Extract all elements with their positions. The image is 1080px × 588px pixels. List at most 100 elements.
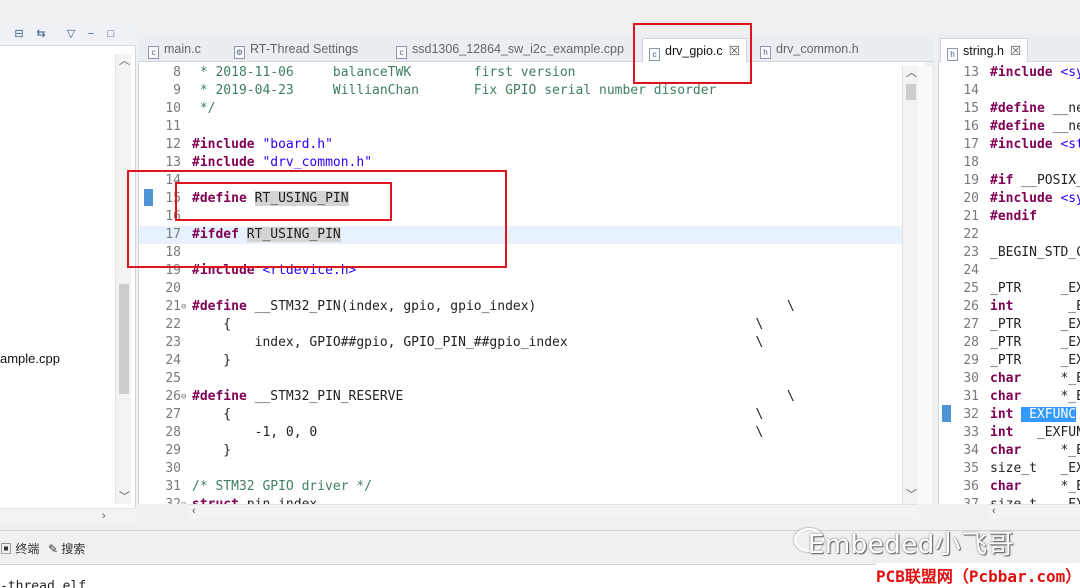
scrollbar-thumb[interactable] [906, 84, 916, 100]
link-with-editor-icon[interactable]: ⇆ [34, 27, 48, 41]
site-watermark: PCB联盟网（Pcbbar.com） [876, 563, 1080, 587]
code-line: 9 * 2019-04-23 WillianChan Fix GPIO seri… [139, 82, 924, 100]
scroll-left-icon[interactable]: ‹ [992, 505, 996, 517]
code-line: 31 char *_EX [939, 388, 1080, 406]
line-number: 26 [963, 299, 979, 314]
code-text: /* STM32 GPIO driver */ [192, 478, 372, 496]
keyword: #include [192, 137, 255, 152]
keyword: int [990, 299, 1014, 314]
scroll-up-icon[interactable]: ︿ [906, 64, 917, 80]
code-line: 25 [139, 370, 924, 388]
explorer-file-item[interactable]: ample.cpp [0, 351, 60, 366]
code-text: index, GPIO##gpio, GPIO_PIN_##gpio_index… [192, 335, 764, 350]
code-text: struct pin_index [192, 496, 317, 504]
line-number: 26 [165, 389, 181, 404]
tab-main-c[interactable]: c main.c [142, 38, 207, 62]
terminal-icon: ▣ [0, 542, 13, 556]
line-number: 32 [139, 496, 181, 504]
scroll-right-icon[interactable]: › [102, 510, 106, 522]
code-text: char *_EX [990, 389, 1080, 404]
code-text: } [192, 353, 232, 368]
collapse-all-icon[interactable]: ⊟ [12, 27, 26, 41]
line-number: 27 [963, 317, 979, 332]
h-file-icon: h [760, 46, 771, 59]
scroll-down-icon[interactable]: ﹀ [119, 488, 130, 504]
line-number: 20 [963, 191, 979, 206]
code-text: int _EXFUNC [990, 425, 1080, 440]
tab-drv-common-h[interactable]: h drv_common.h [754, 38, 865, 62]
code-line: 10 */ [139, 100, 924, 118]
h-file-icon: h [947, 48, 958, 61]
line-number: 16 [963, 119, 979, 134]
fold-icon: ⊖ [181, 392, 187, 402]
tab-string-h[interactable]: h string.h ☒ [940, 38, 1029, 62]
code-text: _PTR _EX [990, 317, 1080, 332]
terminal-tab[interactable]: ▣ 终端 [0, 540, 39, 557]
line-number: 36 [963, 479, 979, 494]
line-number: 37 [939, 496, 979, 504]
line-number: 23 [165, 335, 181, 350]
code-line: 28 -1, 0, 0 \ [139, 424, 924, 442]
tab-label: drv_common.h [776, 42, 859, 56]
code-line: 31 /* STM32 GPIO driver */ [139, 478, 924, 496]
code-line: 22 [939, 226, 1080, 244]
code-text: #include <sy [990, 190, 1080, 208]
scroll-down-icon[interactable]: ﹀ [906, 486, 917, 502]
code-line: 33 int _EXFUNC [939, 424, 1080, 442]
code-line: 14 [939, 82, 1080, 100]
editor-vertical-scrollbar[interactable]: ︿ ﹀ [902, 66, 918, 504]
keyword: int [990, 407, 1014, 422]
string-literal: <st [1060, 137, 1080, 152]
explorer-toolbar: ⊟ ⇆ ▽ − □ [0, 24, 136, 46]
line-number: 11 [165, 119, 181, 134]
string-literal: "drv_common.h" [262, 155, 373, 170]
close-tab-icon[interactable]: ☒ [1010, 44, 1021, 58]
code-text: */ [192, 100, 216, 118]
line-number: 15 [963, 101, 979, 116]
view-menu-icon[interactable]: ▽ [64, 27, 78, 41]
line-number: 9 [173, 83, 181, 98]
code-text: int _EX [990, 299, 1080, 314]
code-editor-string-h[interactable]: 13 #include <sy 14 15 #define __ne 16 #define … [938, 62, 1080, 504]
keyword: #define [990, 119, 1045, 134]
maximize-icon[interactable]: □ [104, 27, 118, 41]
keyword: #include [990, 191, 1053, 206]
code-line: 23 index, GPIO##gpio, GPIO_PIN_##gpio_in… [139, 334, 924, 352]
scroll-left-icon[interactable]: ‹ [192, 505, 196, 517]
code-line: 25 _PTR _EX [939, 280, 1080, 298]
explorer-horizontal-scrollbar[interactable]: › [0, 508, 136, 524]
code-line: 12 #include "board.h" [139, 136, 924, 154]
tab-rt-thread-settings[interactable]: ⚙ RT-Thread Settings [228, 38, 364, 62]
line-number: 14 [963, 83, 979, 98]
code-text: #include <st [990, 136, 1080, 154]
editor-horizontal-scrollbar[interactable]: ‹ [188, 504, 918, 518]
code-line: 11 [139, 118, 924, 136]
code-line: 19 #if __POSIX_ [939, 172, 1080, 190]
line-number: 30 [165, 461, 181, 476]
tab-label: ssd1306_12864_sw_i2c_example.cpp [412, 42, 624, 56]
code-line: 24 } [139, 352, 924, 370]
keyword: char [990, 389, 1022, 404]
editor-tab-bar: c main.c ⚙ RT-Thread Settings c ssd1306_128… [138, 34, 934, 62]
line-number: 34 [963, 443, 979, 458]
keyword: #define [990, 101, 1045, 116]
minimize-icon[interactable]: − [84, 27, 98, 41]
keyword: char [990, 479, 1022, 494]
keyword: #endif [990, 209, 1037, 224]
code-text: #endif [990, 208, 1037, 226]
explorer-vertical-scrollbar[interactable]: ︿ ﹀ [115, 54, 131, 504]
right-horizontal-scrollbar[interactable]: ‹ [988, 504, 1080, 518]
code-editor-drv-gpio[interactable]: 8 * 2018-11-06 balanceTWK first version 9… [138, 62, 924, 504]
settings-file-icon: ⚙ [234, 46, 245, 59]
line-number: 12 [165, 137, 181, 152]
scrollbar-thumb[interactable] [119, 284, 129, 394]
scroll-up-icon[interactable]: ︿ [119, 52, 130, 68]
tab-ssd1306-example[interactable]: c ssd1306_12864_sw_i2c_example.cpp [390, 38, 630, 62]
search-tab[interactable]: ✎ 搜索 [48, 540, 85, 557]
code-line: 18 [939, 154, 1080, 172]
code-line: 29 } [139, 442, 924, 460]
keyword: #define [192, 389, 247, 404]
overview-ruler [918, 66, 932, 504]
code-text: #define __ne [990, 101, 1080, 116]
code-text: } [192, 443, 232, 458]
